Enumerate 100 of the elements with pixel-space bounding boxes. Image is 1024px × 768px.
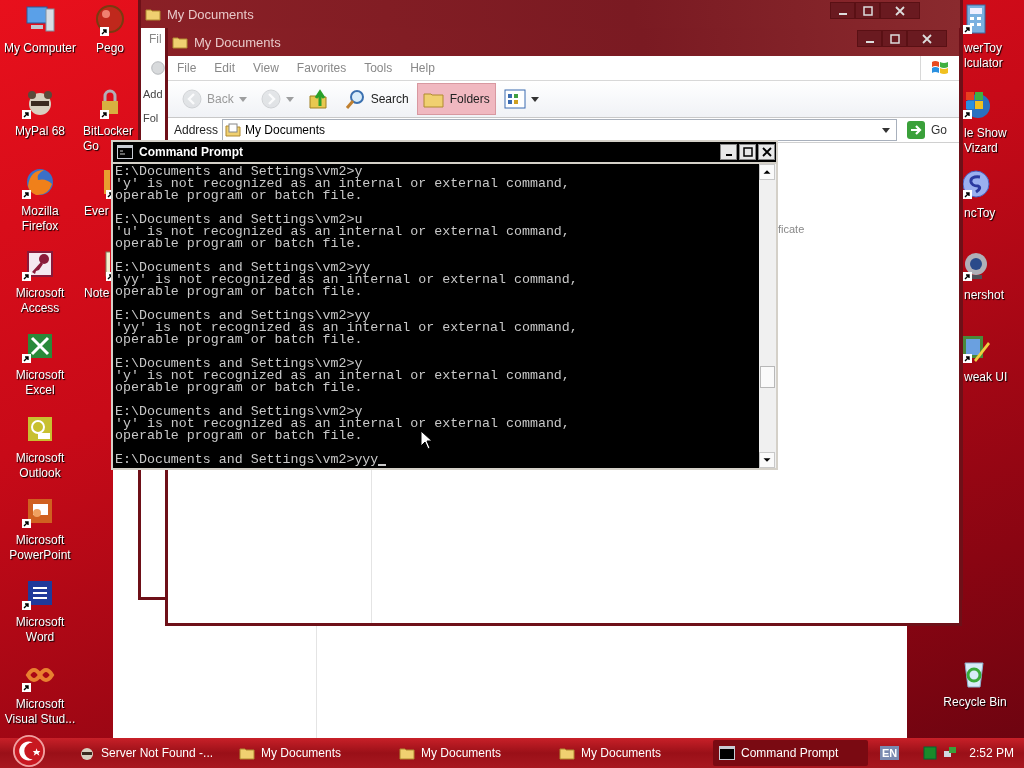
folders-label: Fol <box>142 111 160 124</box>
close-icon <box>895 5 905 16</box>
icon-label[interactable]: Mozilla Firefox <box>0 204 80 234</box>
menu-item[interactable]: Help <box>401 61 444 75</box>
console-line: E:\Documents and Settings\vm2>yy <box>115 262 371 274</box>
computer-icon[interactable] <box>24 3 56 35</box>
folder-icon <box>172 34 188 50</box>
menu-item[interactable]: Edit <box>205 61 245 75</box>
console-line: E:\Documents and Settings\vm2>yyy <box>115 454 379 466</box>
console-line: operable program or batch file. <box>115 382 363 394</box>
maximize-button[interactable] <box>882 30 907 47</box>
window-title: Command Prompt <box>139 145 243 159</box>
close-button[interactable] <box>907 30 947 47</box>
icon-label[interactable]: MyPal 68 <box>0 124 80 139</box>
console-line: 'y' is not recognized as an internal or external command, <box>115 370 570 382</box>
address-label: Address <box>174 123 219 137</box>
icon-label[interactable]: werToy lculator <box>964 41 1022 71</box>
menu-item[interactable]: Fil <box>141 28 165 52</box>
ball-icon[interactable] <box>94 3 126 35</box>
language-indicator[interactable]: EN <box>880 746 900 760</box>
menu-item[interactable]: Tools <box>355 61 402 75</box>
scroll-down-icon[interactable] <box>759 452 775 468</box>
address-label: Add <box>142 87 164 102</box>
icon-label[interactable]: weak UI <box>964 370 1022 385</box>
minimize-button[interactable] <box>857 30 882 47</box>
close-button[interactable] <box>880 2 920 19</box>
maximize-icon <box>742 147 753 157</box>
go-button[interactable]: Go <box>901 121 953 139</box>
window-title: My Documents <box>194 34 281 50</box>
scroll-up-icon[interactable] <box>759 164 775 180</box>
taskbar-button[interactable]: My Documents <box>393 740 548 766</box>
folder-icon <box>399 745 415 761</box>
menu-item[interactable]: Favorites <box>287 61 356 75</box>
globe-icon[interactable] <box>24 166 56 198</box>
console-line: 'yy' is not recognized as an internal or external command, <box>115 274 578 286</box>
key-icon[interactable] <box>24 248 56 280</box>
icon-label[interactable]: My Computer <box>0 41 80 56</box>
caret-icon <box>530 96 539 102</box>
minimize-icon <box>838 12 847 15</box>
folders-button[interactable]: Folders <box>416 83 496 115</box>
icon-label[interactable]: Pego <box>80 41 140 56</box>
console-line: operable program or batch file. <box>115 334 363 346</box>
console-line: 'u' is not recognized as an internal or external command, <box>115 226 570 238</box>
icon-label[interactable]: Microsoft Access <box>0 286 80 316</box>
taskbar-button[interactable]: Command Prompt <box>713 740 868 766</box>
start-button[interactable] <box>12 734 46 768</box>
icon-label[interactable]: Ever <box>84 204 109 219</box>
maximize-button[interactable] <box>855 2 880 19</box>
icon-label[interactable]: Note <box>84 286 110 301</box>
console-line: E:\Documents and Settings\vm2>y <box>115 358 363 370</box>
menu-item[interactable]: File <box>168 61 206 75</box>
icon-label[interactable]: Microsoft Outlook <box>0 451 80 481</box>
close-icon <box>761 147 772 157</box>
taskbar-button[interactable]: My Documents <box>233 740 388 766</box>
minimize-button[interactable] <box>830 2 855 19</box>
icon-label[interactable]: Microsoft Visual Stud... <box>0 697 80 727</box>
icon-label[interactable]: Recycle Bin <box>930 695 1020 710</box>
console-line: E:\Documents and Settings\vm2>u <box>115 214 363 226</box>
minimize-icon <box>725 154 732 156</box>
folder-icon <box>559 745 575 761</box>
maximize-icon <box>889 33 900 44</box>
arrow-icon <box>907 121 925 139</box>
file-label: ficate <box>778 223 805 235</box>
icon-label[interactable]: Microsoft PowerPoint <box>0 533 80 563</box>
console-line: E:\Documents and Settings\vm2>y <box>115 406 363 418</box>
menu-item[interactable]: View <box>244 61 288 75</box>
dropdown-caret-icon[interactable] <box>882 127 890 133</box>
taskbar-button[interactable]: My Documents <box>553 740 708 766</box>
console-line: E:\Documents and Settings\vm2>y <box>115 166 363 178</box>
caret-icon <box>285 96 294 102</box>
console-line: operable program or batch file. <box>115 190 363 202</box>
clock[interactable]: 2:52 PM <box>969 746 1014 760</box>
console-line: operable program or batch file. <box>115 286 363 298</box>
window-title: My Documents <box>167 6 254 22</box>
icon-label[interactable]: Microsoft Excel <box>0 368 80 398</box>
taskbar-button[interactable]: Server Not Found -... <box>73 740 228 766</box>
console-line: 'y' is not recognized as an internal or external command, <box>115 178 570 190</box>
scrollbar[interactable] <box>759 164 776 468</box>
folder-up-icon <box>307 88 330 110</box>
icon-label[interactable]: ncToy <box>964 206 1022 221</box>
console-icon <box>719 745 735 761</box>
icon-label[interactable]: le Show Vizard <box>964 126 1022 156</box>
document-folder-icon <box>225 122 242 138</box>
folder-icon <box>239 745 255 761</box>
icon-label[interactable]: BitLocker Go <box>83 124 137 154</box>
console-line: 'yy' is not recognized as an internal or external command, <box>115 322 578 334</box>
folder-icon <box>145 6 161 22</box>
mouse-pointer-icon <box>420 430 432 450</box>
minimize-icon <box>865 40 874 43</box>
icon-label[interactable]: Microsoft Word <box>0 615 80 645</box>
scrollbar-thumb[interactable] <box>760 366 775 388</box>
search-button[interactable]: Search <box>337 83 415 115</box>
console-line: operable program or batch file. <box>115 430 363 442</box>
minimize-button[interactable] <box>720 144 737 160</box>
maximize-button[interactable] <box>739 144 756 160</box>
console-icon <box>117 145 133 159</box>
icon-label[interactable]: nershot <box>964 288 1022 303</box>
close-button[interactable] <box>758 144 775 160</box>
network-icon[interactable] <box>943 746 958 760</box>
caret-icon <box>238 96 247 102</box>
